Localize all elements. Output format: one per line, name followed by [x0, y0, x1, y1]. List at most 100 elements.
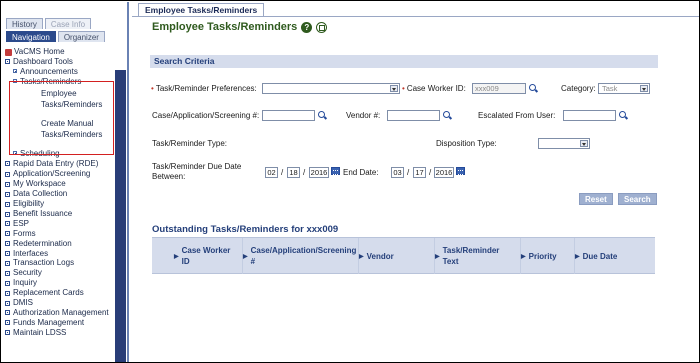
- tab-employee-tasks[interactable]: Employee Tasks/Reminders: [138, 3, 265, 16]
- nav-item-label: Rapid Data Entry (RDE): [13, 159, 99, 169]
- case-app-input[interactable]: [262, 110, 315, 121]
- nav-item-label: Transaction Logs: [13, 258, 75, 268]
- end-day-input[interactable]: 17: [413, 167, 426, 178]
- app-window: History Case Info Navigation Organizer V…: [0, 0, 700, 363]
- nav-item-redetermination[interactable]: Redetermination: [5, 239, 115, 249]
- case-worker-input[interactable]: xxx009: [472, 83, 526, 94]
- sort-icon: ▶: [575, 253, 580, 260]
- category-label: Category:: [561, 84, 596, 93]
- nav-item-dashboard-tools[interactable]: Dashboard Tools: [5, 57, 115, 67]
- col-case-worker-id[interactable]: ▶ Case Worker ID: [174, 238, 242, 274]
- date-separator: /: [281, 168, 284, 177]
- sort-icon: ▶: [521, 253, 526, 260]
- date-separator: /: [407, 168, 410, 177]
- escalated-input[interactable]: [563, 110, 616, 121]
- nav-item-eligibility[interactable]: Eligibility: [5, 199, 115, 209]
- nav-item-vacms-home[interactable]: VaCMS Home: [5, 47, 115, 57]
- type-label: Task/Reminder Type:: [152, 139, 227, 148]
- expand-icon: [5, 191, 10, 197]
- expand-icon: [5, 310, 10, 316]
- nav-item-benefit-issuance[interactable]: Benefit Issuance: [5, 209, 115, 219]
- search-icon[interactable]: [443, 111, 452, 120]
- escalated-label: Escalated From User:: [478, 111, 556, 120]
- preferences-select[interactable]: [262, 83, 400, 94]
- nav-item-maintain-ldss[interactable]: Maintain LDSS: [5, 328, 115, 338]
- tab-history[interactable]: History: [6, 18, 43, 29]
- sidebar-tabs-top: History Case Info: [6, 18, 92, 29]
- search-icon[interactable]: [619, 111, 628, 120]
- nav-item-security[interactable]: Security: [5, 268, 115, 278]
- page-title: Employee Tasks/Reminders: [152, 21, 298, 33]
- results-table-header: ▶ Case Worker ID ▶ Case/Application/Scre…: [152, 237, 655, 274]
- start-day-input[interactable]: 18: [287, 167, 300, 178]
- disposition-select[interactable]: [538, 138, 590, 149]
- expand-icon: [5, 211, 10, 217]
- nav-item-funds-management[interactable]: Funds Management: [5, 318, 115, 328]
- chevron-down-icon: [580, 140, 588, 147]
- nav-item-label: Data Collection: [13, 189, 68, 199]
- case-worker-label: • Case Worker ID:: [402, 84, 466, 93]
- nav-item-label: Eligibility: [13, 199, 45, 209]
- chevron-down-icon: [390, 85, 398, 92]
- nav-item-forms[interactable]: Forms: [5, 229, 115, 239]
- nav-item-esp[interactable]: ESP: [5, 219, 115, 229]
- nav-item-announcements[interactable]: Announcements: [5, 67, 115, 77]
- sidebar-scrollbar[interactable]: [115, 70, 126, 362]
- nav-item-label: Replacement Cards: [13, 288, 84, 298]
- expand-icon: [5, 171, 10, 177]
- sidebar-tabs-bottom: Navigation Organizer: [6, 31, 105, 42]
- tab-case-info[interactable]: Case Info: [44, 18, 92, 29]
- nav-item-authorization-management[interactable]: Authorization Management: [5, 308, 115, 318]
- nav-item-label: Authorization Management: [13, 307, 109, 317]
- reset-button[interactable]: Reset: [579, 193, 613, 205]
- vendor-label: Vendor #:: [346, 111, 381, 120]
- help-icon[interactable]: ?: [301, 21, 313, 33]
- search-button[interactable]: Search: [618, 193, 657, 205]
- end-year-input[interactable]: 2016: [434, 167, 454, 178]
- start-month-input[interactable]: 02: [265, 167, 278, 178]
- start-year-input[interactable]: 2016: [309, 167, 329, 178]
- date-separator: /: [429, 168, 432, 177]
- col-vendor[interactable]: ▶ Vendor: [358, 238, 434, 274]
- highlight-annotation: [9, 81, 114, 155]
- calendar-icon[interactable]: [331, 167, 340, 175]
- nav-item-inquiry[interactable]: Inquiry: [5, 278, 115, 288]
- tab-organizer[interactable]: Organizer: [57, 31, 105, 42]
- nav-item-data-collection[interactable]: Data Collection: [5, 189, 115, 199]
- nav-item-label: Announcements: [20, 66, 78, 76]
- nav-item-application-screening[interactable]: Application/Screening: [5, 169, 115, 179]
- col-case-app-screening[interactable]: ▶ Case/Application/Screening #: [242, 238, 358, 274]
- expand-icon: [5, 160, 10, 166]
- nav-item-label: Interfaces: [13, 248, 49, 258]
- search-criteria-header: Search Criteria: [150, 55, 658, 68]
- nav-item-interfaces[interactable]: Interfaces: [5, 249, 115, 259]
- nav-item-dmis[interactable]: DMIS: [5, 298, 115, 308]
- nav-item-label: VaCMS Home: [14, 47, 65, 56]
- tab-navigation[interactable]: Navigation: [6, 31, 56, 42]
- due-date-label-1: Task/Reminder Due Date: [152, 162, 242, 171]
- col-task-text[interactable]: ▶ Task/Reminder Text: [434, 238, 520, 274]
- search-icon[interactable]: [318, 111, 327, 120]
- category-select[interactable]: Task: [598, 83, 650, 94]
- expand-icon: [5, 251, 10, 257]
- search-icon[interactable]: [529, 84, 538, 93]
- nav-item-label: Security: [13, 268, 42, 278]
- nav-item-label: Inquiry: [13, 278, 38, 288]
- expand-icon: [5, 290, 10, 296]
- nav-item-replacement-cards[interactable]: Replacement Cards: [5, 288, 115, 298]
- calendar-icon[interactable]: [456, 167, 465, 175]
- expand-icon: [13, 69, 17, 74]
- nav-item-my-workspace[interactable]: My Workspace: [5, 179, 115, 189]
- col-due-date[interactable]: ▶ Due Date: [574, 238, 655, 274]
- expand-icon: [5, 320, 10, 326]
- vendor-input[interactable]: [387, 110, 440, 121]
- nav-item-rde[interactable]: Rapid Data Entry (RDE): [5, 158, 113, 169]
- print-icon[interactable]: [316, 21, 328, 33]
- nav-item-transaction-logs[interactable]: Transaction Logs: [5, 258, 115, 268]
- nav-item-label: Benefit Issuance: [13, 209, 73, 219]
- nav-item-label: Forms: [13, 228, 36, 238]
- col-priority[interactable]: ▶ Priority: [520, 238, 574, 274]
- expand-icon: [5, 270, 10, 276]
- expand-icon: [5, 231, 10, 237]
- end-month-input[interactable]: 03: [391, 167, 404, 178]
